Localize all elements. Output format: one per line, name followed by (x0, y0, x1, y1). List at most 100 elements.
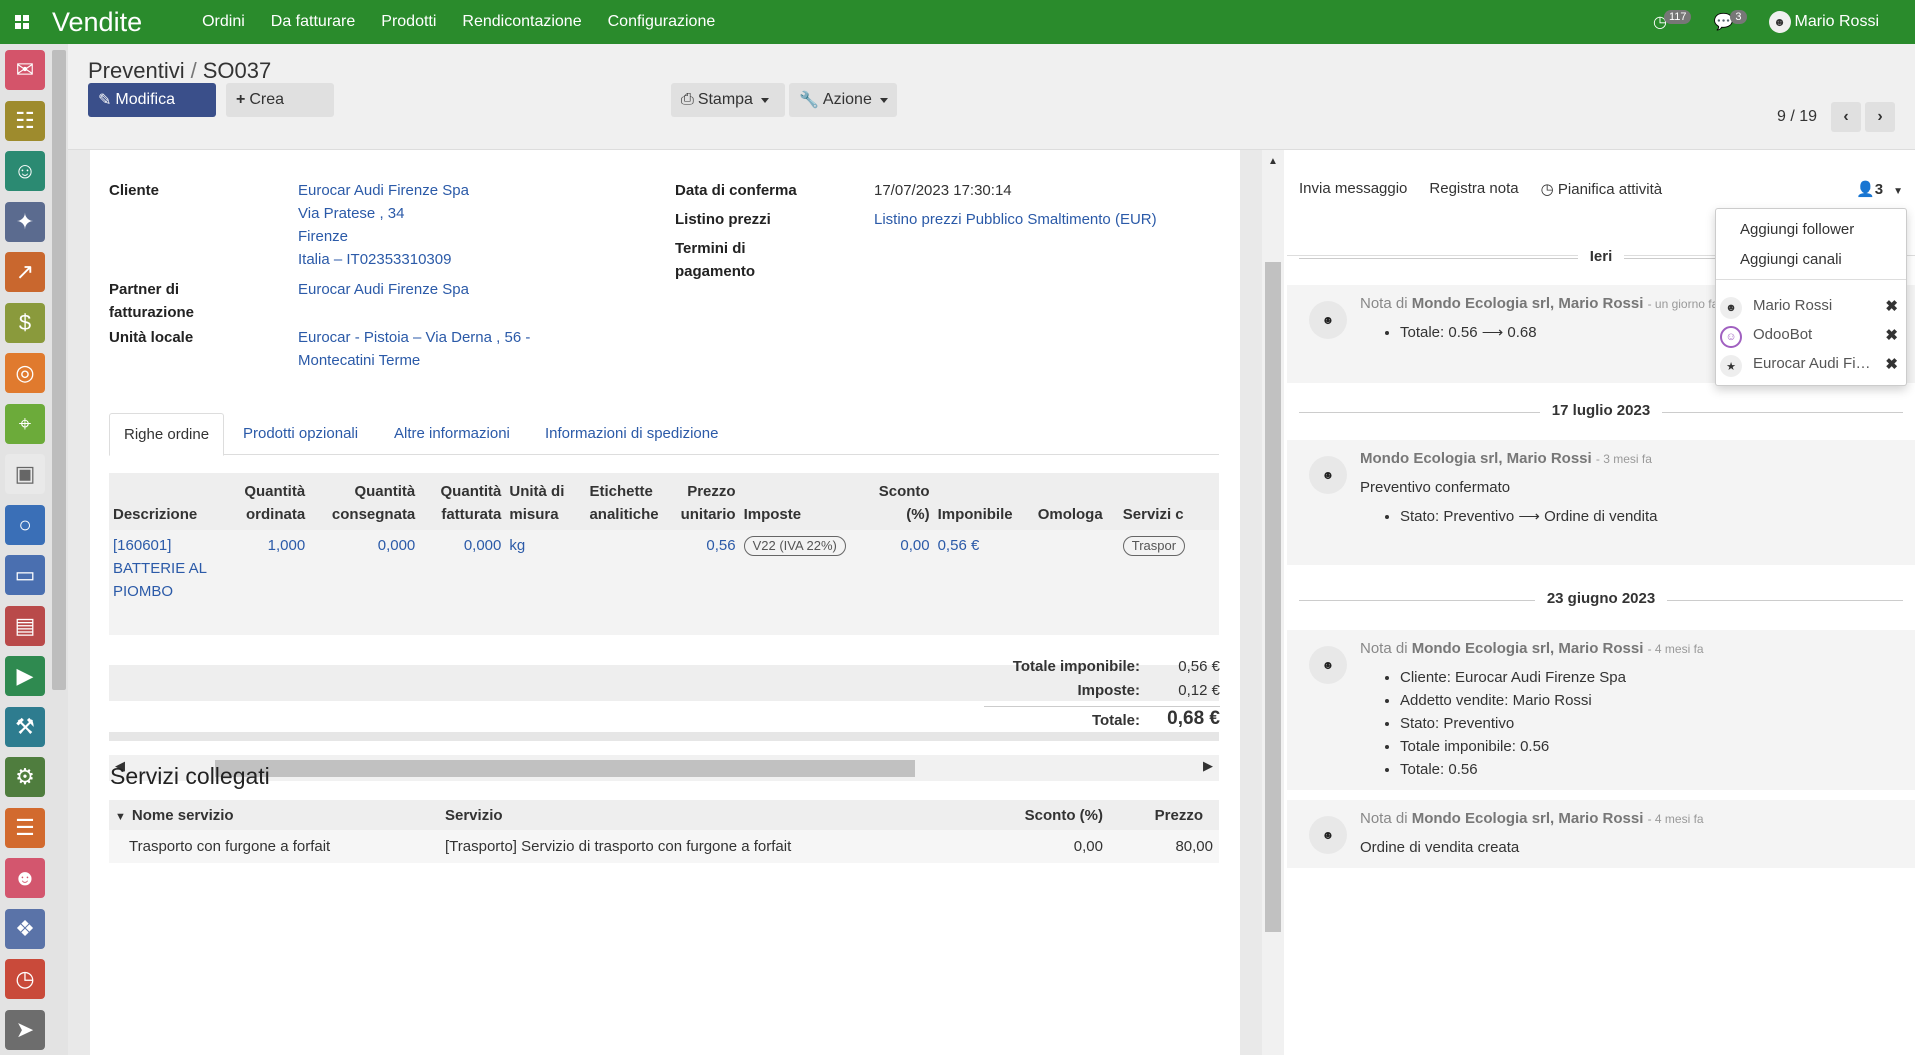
helpdesk-lifebuoy-icon[interactable]: ○ (5, 504, 45, 545)
message-author[interactable]: Mondo Ecologia srl, Mario Rossi (1412, 640, 1644, 657)
apps-puzzle-icon[interactable]: ❖ (5, 908, 45, 949)
pager-next-button[interactable]: › (1865, 102, 1895, 132)
col-imponibile[interactable]: Imponibile (933, 473, 1034, 530)
cell-descrizione[interactable]: [160601] BATTERIE AL PIOMBO (109, 530, 230, 635)
col-prezzo[interactable]: Prezzo (1109, 800, 1219, 830)
listino-field[interactable]: Listino prezzi Pubblico Smaltimento (EUR… (874, 208, 1157, 231)
caret-down-icon (760, 97, 769, 103)
col-quantita-ordinata[interactable]: Quantità ordinata (229, 473, 310, 530)
message-author[interactable]: Mondo Ecologia srl, Mario Rossi (1360, 450, 1592, 467)
edit-button[interactable]: ✎ Modifica (88, 83, 216, 117)
timer-icon[interactable]: ◷ (5, 959, 45, 999)
add-follower-item[interactable]: Aggiungi follower (1740, 221, 1854, 238)
calendar-icon[interactable]: ☷ (5, 100, 45, 141)
dashboard-dollar-icon[interactable]: $ (5, 302, 45, 343)
tab-informazioni-spedizione[interactable]: Informazioni di spedizione (531, 413, 732, 456)
scroll-up-icon[interactable]: ▲ (1268, 156, 1278, 167)
tools-wrench-icon[interactable]: ⚒ (5, 706, 45, 747)
col-omologa[interactable]: Omologa (1033, 473, 1119, 530)
cell-omologa (1033, 530, 1119, 635)
col-quantita-consegnata[interactable]: Quantità consegnata (309, 473, 420, 530)
delivery-truck-icon[interactable]: ▶ (5, 656, 45, 696)
remove-follower-icon[interactable]: ✖ (1885, 355, 1898, 373)
action-dropdown[interactable]: 🔧 Azione (789, 83, 897, 117)
pager-value[interactable]: 9 / 19 (1777, 108, 1817, 126)
remove-follower-icon[interactable]: ✖ (1885, 326, 1898, 344)
follower-name: Mario Rossi (1753, 297, 1833, 314)
table-row[interactable]: Trasporto con furgone a forfait [Traspor… (109, 830, 1219, 863)
sales-chart-icon[interactable]: ↗ (5, 252, 45, 292)
message-author[interactable]: Mondo Ecologia srl, Mario Rossi (1412, 295, 1644, 312)
user-menu[interactable]: ☻ Mario Rossi (1768, 11, 1879, 33)
employees-icon[interactable]: ☻ (5, 858, 45, 898)
sidebar-scrollbar[interactable] (52, 50, 66, 690)
col-imposte[interactable]: Imposte (739, 473, 875, 530)
contacts-icon[interactable]: ☺ (5, 151, 45, 191)
pager-previous-button[interactable]: ‹ (1831, 102, 1861, 132)
print-dropdown[interactable]: ⎙ Stampa (671, 83, 785, 117)
chatter-message: ☻ Mondo Ecologia srl, Mario Rossi - 3 me… (1287, 440, 1915, 565)
col-prezzo-unitario[interactable]: Prezzo unitario (669, 473, 740, 530)
messages-button[interactable]: 💬 3 (1713, 10, 1747, 32)
col-etichette-analitiche[interactable]: Etichette analitiche (585, 473, 670, 530)
imposte-value: 0,12 € (1178, 682, 1220, 699)
cliente-field[interactable]: Eurocar Audi Firenze Spa Via Pratese , 3… (298, 179, 469, 271)
scrollbar-thumb[interactable] (215, 760, 915, 777)
col-servizio[interactable]: Servizio (439, 800, 959, 830)
follower-item[interactable]: ☺ OdooBot ✖ (1716, 322, 1906, 350)
col-quantita-fatturata[interactable]: Quantità fatturata (419, 473, 506, 530)
scrollbar-thumb[interactable] (1265, 262, 1281, 932)
app-menu-grid-icon[interactable] (0, 0, 44, 44)
message-text: Preventivo confermato (1360, 479, 1511, 496)
dropdown-divider (1716, 279, 1906, 280)
log-note-button[interactable]: Registra nota (1429, 180, 1518, 198)
col-servizi[interactable]: Servizi c (1118, 473, 1219, 530)
discuss-icon[interactable]: ✉ (5, 50, 45, 90)
menu-configurazione[interactable]: Configurazione (608, 13, 716, 31)
tab-prodotti-opzionali[interactable]: Prodotti opzionali (229, 413, 372, 456)
follower-item[interactable]: ★ Eurocar Audi Firenze Spa ✖ (1716, 351, 1906, 379)
invoice-document-icon[interactable]: ☰ (5, 807, 45, 848)
col-unita-misura[interactable]: Unità di misura (505, 473, 586, 530)
author-avatar[interactable]: ☻ (1309, 456, 1347, 494)
activity-button[interactable]: ◷ 117 (1653, 10, 1692, 32)
remove-follower-icon[interactable]: ✖ (1885, 297, 1898, 315)
tab-righe-ordine[interactable]: Righe ordine (109, 413, 225, 456)
image-icon[interactable]: ▣ (5, 454, 45, 494)
followers-button[interactable]: 👤3 ▼ (1856, 180, 1903, 198)
tab-altre-informazioni[interactable]: Altre informazioni (380, 413, 524, 456)
col-sconto[interactable]: Sconto (%) (959, 800, 1109, 830)
send-message-button[interactable]: Invia messaggio (1299, 180, 1407, 198)
pos-card-icon[interactable]: ▭ (5, 555, 45, 595)
add-channels-item[interactable]: Aggiungi canali (1740, 251, 1842, 268)
create-button[interactable]: + Crea (226, 83, 334, 117)
caret-down-icon[interactable]: ▼ (115, 811, 126, 823)
author-avatar[interactable]: ☻ (1309, 301, 1347, 339)
breadcrumb-preventivi[interactable]: Preventivi (88, 58, 185, 83)
form-vertical-scrollbar[interactable]: ▲ (1262, 150, 1284, 1055)
settings-tools-icon[interactable]: ⚙ (5, 757, 45, 797)
col-nome-servizio[interactable]: ▼ Nome servizio (109, 800, 439, 830)
scroll-right-icon[interactable]: ▶ (1203, 758, 1213, 774)
author-avatar[interactable]: ☻ (1309, 816, 1347, 854)
horizontal-scrollbar[interactable]: ◀ ▶ (109, 755, 1219, 781)
totale-label: Totale: (1091, 712, 1140, 729)
website-globe-icon[interactable]: ◎ (5, 353, 45, 393)
schedule-activity-button[interactable]: ◷ Pianifica attività (1541, 180, 1662, 198)
crm-handshake-icon[interactable]: ✦ (5, 201, 45, 242)
unita-field[interactable]: Eurocar - Pistoia – Via Derna , 56 - Mon… (298, 326, 530, 372)
follower-item[interactable]: ☻ Mario Rossi ✖ (1716, 293, 1906, 321)
col-sconto[interactable]: Sconto (%) (874, 473, 934, 530)
map-icon[interactable]: ⌖ (5, 403, 45, 444)
menu-da-fatturare[interactable]: Da fatturare (271, 13, 355, 31)
menu-rendicontazione[interactable]: Rendicontazione (462, 13, 581, 31)
menu-ordini[interactable]: Ordini (202, 13, 245, 31)
author-avatar[interactable]: ☻ (1309, 646, 1347, 684)
col-descrizione[interactable]: Descrizione (109, 473, 230, 530)
message-author[interactable]: Mondo Ecologia srl, Mario Rossi (1412, 810, 1644, 827)
inventory-box-icon[interactable]: ▤ (5, 605, 45, 646)
send-plane-icon[interactable]: ➤ (5, 1009, 45, 1050)
menu-prodotti[interactable]: Prodotti (381, 13, 436, 31)
partner-field[interactable]: Eurocar Audi Firenze Spa (298, 278, 469, 301)
table-row[interactable]: [160601] BATTERIE AL PIOMBO 1,000 0,000 0,… (109, 530, 1219, 635)
